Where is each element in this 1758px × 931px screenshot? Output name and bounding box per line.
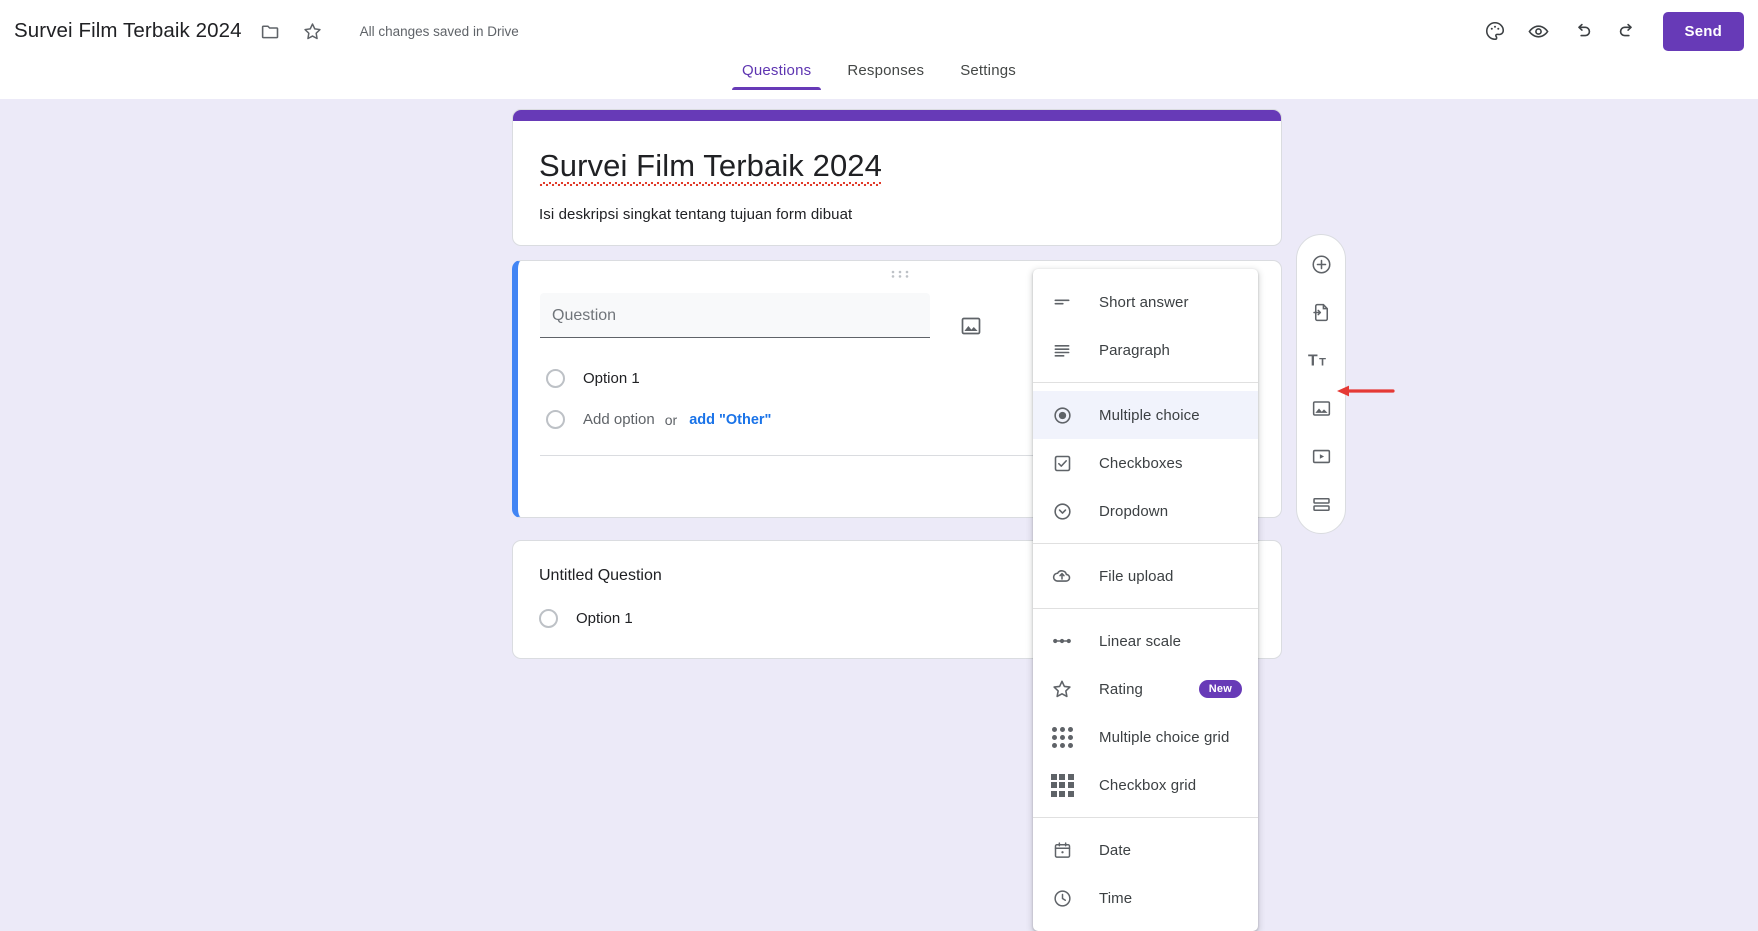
star-outline-icon — [1049, 676, 1075, 702]
page-title-text: Survei Film Terbaik 2024 — [539, 148, 882, 187]
menu-item-label: Checkbox grid — [1099, 776, 1197, 794]
radio-icon — [539, 609, 558, 629]
tab-bar: Questions Responses Settings — [0, 62, 1758, 99]
question-title-input[interactable]: Question — [540, 293, 930, 339]
menu-item-checkboxes[interactable]: Checkboxes — [1033, 439, 1258, 487]
theme-color-strip — [513, 110, 1281, 121]
video-icon[interactable] — [1301, 436, 1341, 476]
radio-icon — [546, 369, 565, 389]
menu-item-label: Checkboxes — [1099, 454, 1183, 472]
menu-item-time[interactable]: Time — [1033, 874, 1258, 922]
menu-item-label: Date — [1099, 841, 1132, 859]
menu-item-label: File upload — [1099, 567, 1174, 585]
menu-item-checkbox-grid[interactable]: Checkbox grid — [1033, 761, 1258, 809]
eye-icon[interactable] — [1517, 9, 1561, 53]
checkbox-icon — [1049, 450, 1075, 476]
menu-separator — [1033, 817, 1258, 818]
add-other-link[interactable]: add "Other" — [689, 412, 771, 428]
menu-item-label: Multiple choice grid — [1099, 728, 1230, 746]
calendar-icon — [1049, 837, 1075, 863]
menu-item-label: Linear scale — [1099, 632, 1182, 650]
menu-item-short-answer[interactable]: Short answer — [1033, 278, 1258, 326]
dot-grid-icon — [1049, 724, 1075, 750]
question-placeholder: Question — [552, 307, 617, 325]
save-status-text: All changes saved in Drive — [359, 23, 519, 39]
linear-scale-icon — [1049, 628, 1075, 654]
menu-item-label: Time — [1099, 889, 1133, 907]
radio-icon — [1049, 402, 1075, 428]
image-icon[interactable] — [950, 305, 992, 347]
undo-icon[interactable] — [1561, 9, 1605, 53]
menu-item-label: Multiple choice — [1099, 406, 1200, 424]
menu-item-multiple-choice[interactable]: Multiple choice — [1033, 391, 1258, 439]
top-bar: Survei Film Terbaik 2024 All changes sav… — [0, 0, 1758, 62]
menu-item-rating[interactable]: Rating New — [1033, 665, 1258, 713]
section-icon[interactable] — [1301, 484, 1341, 524]
image-icon[interactable] — [1301, 388, 1341, 428]
menu-item-label: Short answer — [1099, 293, 1189, 311]
redo-icon[interactable] — [1605, 9, 1649, 53]
add-question-button[interactable] — [1301, 244, 1341, 284]
send-button[interactable]: Send — [1662, 11, 1744, 51]
menu-item-file-upload[interactable]: File upload — [1033, 552, 1258, 600]
form-title-input[interactable]: Survei Film Terbaik 2024 — [14, 19, 242, 43]
dropdown-icon — [1049, 498, 1075, 524]
menu-item-date[interactable]: Date — [1033, 826, 1258, 874]
menu-item-linear-scale[interactable]: Linear scale — [1033, 617, 1258, 665]
svg-text:T: T — [1308, 353, 1318, 370]
tab-responses[interactable]: Responses — [829, 62, 942, 90]
clock-icon — [1049, 885, 1075, 911]
form-canvas: Survei Film Terbaik 2024 Isi deskripsi s… — [0, 99, 1758, 931]
menu-item-label: Dropdown — [1099, 502, 1169, 520]
page-title[interactable]: Survei Film Terbaik 2024 — [539, 147, 882, 187]
tab-settings[interactable]: Settings — [942, 62, 1034, 90]
svg-text:T: T — [1319, 357, 1326, 369]
paragraph-icon — [1049, 337, 1075, 363]
menu-separator — [1033, 608, 1258, 609]
menu-separator — [1033, 543, 1258, 544]
or-label: or — [664, 411, 678, 428]
menu-item-label: Paragraph — [1099, 341, 1170, 359]
add-item-toolbar: T T — [1296, 234, 1346, 534]
menu-item-paragraph[interactable]: Paragraph — [1033, 326, 1258, 374]
add-option-label[interactable]: Add option — [583, 411, 655, 428]
menu-item-label: Rating — [1099, 680, 1143, 698]
option-label: Option 1 — [576, 610, 633, 628]
menu-separator — [1033, 382, 1258, 383]
import-questions-button[interactable] — [1301, 292, 1341, 332]
radio-icon — [546, 410, 565, 430]
square-grid-icon — [1049, 772, 1075, 798]
folder-icon[interactable] — [258, 18, 284, 44]
form-header-card: Survei Film Terbaik 2024 Isi deskripsi s… — [512, 109, 1282, 247]
tab-questions[interactable]: Questions — [724, 62, 829, 90]
status-badge: New — [1198, 680, 1242, 698]
question-type-menu: Short answer Paragraph Multiple choice C… — [1033, 269, 1258, 931]
menu-item-dropdown[interactable]: Dropdown — [1033, 487, 1258, 535]
short-answer-icon — [1049, 289, 1075, 315]
top-bar-actions: Send — [1473, 0, 1744, 62]
form-description[interactable]: Isi deskripsi singkat tentang tujuan for… — [539, 206, 1255, 223]
palette-icon[interactable] — [1473, 9, 1517, 53]
star-icon[interactable] — [300, 18, 326, 44]
option-label[interactable]: Option 1 — [583, 370, 640, 387]
title-text-icon[interactable]: T T — [1301, 340, 1341, 380]
menu-item-multiple-choice-grid[interactable]: Multiple choice grid — [1033, 713, 1258, 761]
cloud-upload-icon — [1049, 563, 1075, 589]
